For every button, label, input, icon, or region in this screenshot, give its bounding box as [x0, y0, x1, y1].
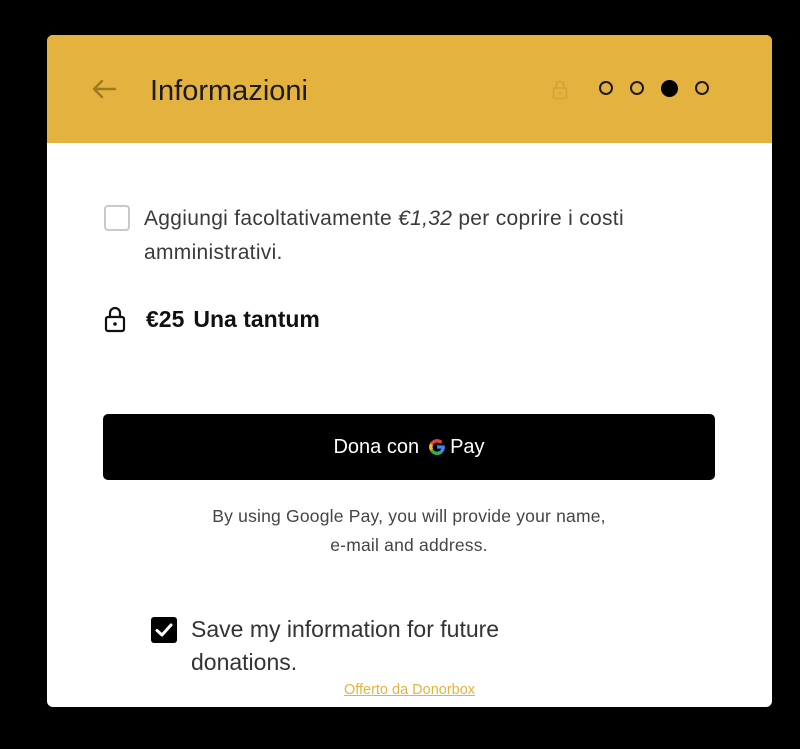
step-indicator: [599, 80, 709, 97]
gpay-button-label: Dona con: [333, 435, 420, 458]
checkmark-icon: [155, 623, 173, 637]
step-dot-2: [630, 81, 644, 95]
google-g-icon: [429, 439, 445, 456]
arrow-left-icon: [92, 79, 117, 99]
save-info-label: Save my information for future donations…: [191, 616, 500, 675]
donation-card: Informazioni Aggiungi facoltativamente €…: [47, 35, 772, 707]
google-pay-button[interactable]: Dona con Pay: [103, 414, 715, 480]
page-title: Informazioni: [150, 75, 308, 107]
fee-cover-checkbox[interactable]: [104, 205, 130, 231]
fee-amount: €1,32: [398, 207, 453, 230]
gpay-disclaimer: By using Google Pay, you will provide yo…: [103, 502, 715, 560]
fee-text-prefix: Aggiungi facoltativamente: [144, 207, 399, 230]
disclaimer-line-2: e-mail and address.: [330, 535, 488, 555]
fee-cover-label: Aggiungi facoltativamente €1,32 per copr…: [144, 202, 704, 270]
powered-by-link[interactable]: Offerto da Donorbox: [47, 682, 772, 698]
step-dot-3-active: [661, 80, 678, 97]
step-dot-4: [695, 81, 709, 95]
lock-icon: [104, 306, 126, 333]
disclaimer-line-1: By using Google Pay, you will provide yo…: [212, 506, 606, 526]
back-button[interactable]: [89, 74, 119, 104]
save-info-checkbox[interactable]: [151, 617, 177, 643]
donation-amount: €25: [146, 305, 185, 332]
donation-frequency: Una tantum: [193, 305, 320, 332]
step-dot-1: [599, 81, 613, 95]
header-bar: Informazioni: [47, 35, 772, 143]
lock-icon: [552, 80, 568, 100]
donation-summary: €25 Una tantum: [104, 305, 320, 333]
gpay-pay-label: Pay: [450, 435, 485, 458]
